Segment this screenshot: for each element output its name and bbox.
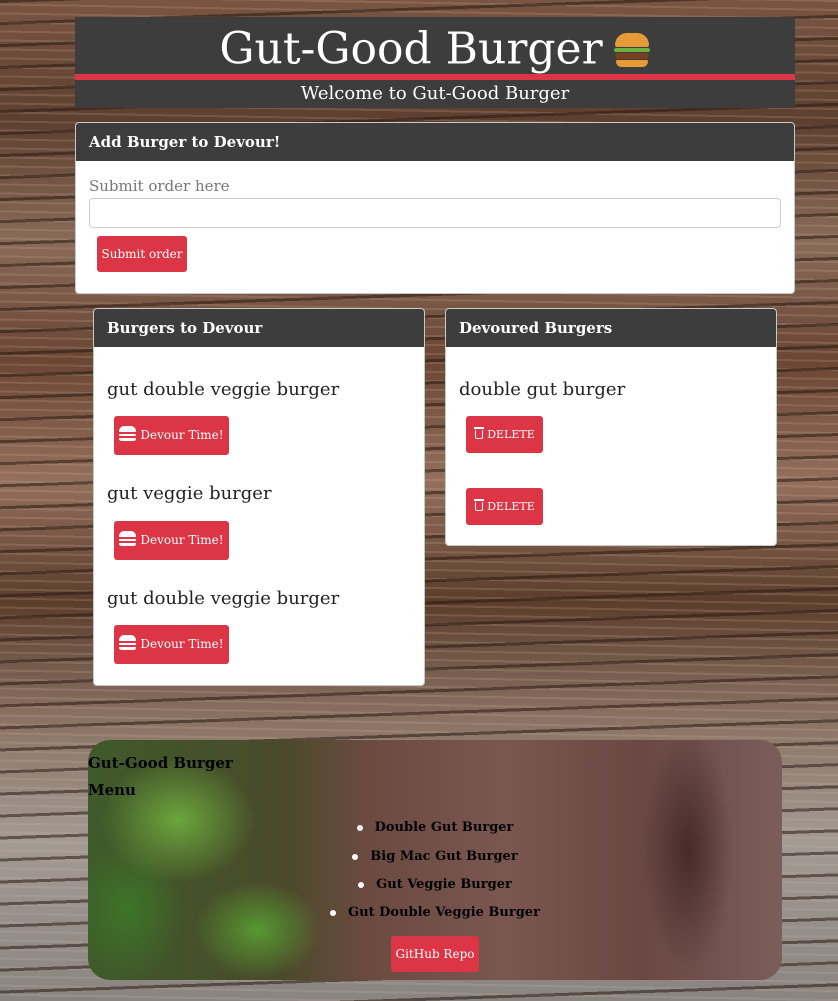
footer-menu-heading: Menu [88,781,136,799]
menu-item-label: Gut Double Veggie Burger [348,905,540,920]
burgers-to-devour-header: Burgers to Devour [94,309,424,347]
header-title-bar: Gut-Good Burger [75,17,795,75]
bullet-icon [356,824,363,831]
site-footer: Gut-Good Burger Menu Double Gut Burger B… [88,740,782,980]
menu-item-label: Double Gut Burger [374,820,514,835]
add-burger-card: Add Burger to Devour! Submit order here … [75,122,795,294]
burgers-to-devour-card: Burgers to Devour gut double veggie burg… [93,308,425,686]
devour-button-label: Devour Time! [140,637,224,651]
menu-item: Gut Double Veggie Burger [88,905,782,920]
burger-icon [119,531,137,546]
delete-button[interactable]: DELETE [466,488,543,525]
bullet-icon [358,881,365,888]
devour-button[interactable]: Devour Time! [114,416,229,455]
menu-item: Gut Veggie Burger [88,877,782,892]
bullet-icon [330,909,337,916]
delete-button[interactable]: DELETE [466,416,543,453]
burger-name: gut double veggie burger [107,379,340,400]
site-subtitle: Welcome to Gut-Good Burger [75,80,795,108]
menu-item: Big Mac Gut Burger [88,849,782,864]
bullet-icon [352,853,359,860]
menu-item-label: Big Mac Gut Burger [370,849,518,864]
trash-icon [474,499,485,511]
delete-button-label: DELETE [487,500,535,513]
burger-icon [119,635,137,650]
delete-button-label: DELETE [487,428,535,441]
devour-button-label: Devour Time! [140,533,224,547]
site-header: Gut-Good Burger Welcome to Gut-Good Burg… [75,17,795,108]
menu-item-label: Gut Veggie Burger [376,877,512,892]
trash-icon [474,427,485,439]
devour-button[interactable]: Devour Time! [114,625,229,664]
add-burger-card-header: Add Burger to Devour! [76,123,794,161]
order-input-label: Submit order here [89,177,230,195]
burger-icon [613,31,651,69]
site-title: Gut-Good Burger [219,23,603,75]
devoured-burgers-card: Devoured Burgers double gut burger DELET… [445,308,777,546]
burger-name: gut double veggie burger [107,588,340,609]
devoured-burgers-header: Devoured Burgers [446,309,776,347]
github-repo-button[interactable]: GitHub Repo [391,936,479,972]
burger-icon [119,426,137,441]
burger-name: double gut burger [459,379,626,400]
footer-title: Gut-Good Burger [88,754,233,772]
order-input[interactable] [89,198,781,228]
burger-name: gut veggie burger [107,483,272,504]
submit-order-button[interactable]: Submit order [97,236,187,272]
menu-item: Double Gut Burger [88,820,782,835]
devour-button-label: Devour Time! [140,428,224,442]
devour-button[interactable]: Devour Time! [114,521,229,560]
